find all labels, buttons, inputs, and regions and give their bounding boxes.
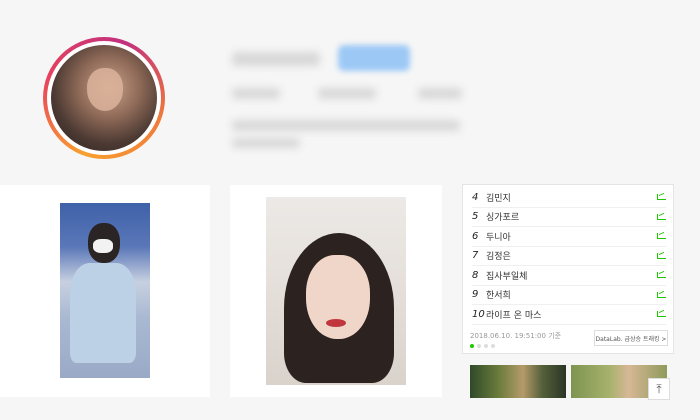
rank-keyword[interactable]: 한서희 [486,288,656,301]
rank-keyword[interactable]: 싱가포르 [486,210,656,223]
stat-following-blur [418,88,462,99]
trending-keyword-row[interactable]: 7 김정은 [472,247,666,266]
trending-keyword-row[interactable]: 6 두니아 [472,227,666,247]
rank-keyword[interactable]: 라이프 온 마스 [486,308,656,321]
trending-keyword-row[interactable]: 5 싱가포르 [472,208,666,227]
post-photo-2[interactable] [266,197,406,385]
datalab-button[interactable]: DataLab. 급상승 트래킹 > [594,330,668,346]
page-dot[interactable] [477,344,481,348]
trending-keyword-row[interactable]: 10 라이프 온 마스 [472,305,666,325]
news-thumbnail-1[interactable] [470,365,566,398]
bio-line-blur [232,120,460,131]
rank-number: 5 [472,211,479,223]
trend-chart-icon[interactable] [656,213,666,221]
post-photo-1[interactable] [60,203,150,378]
rank-number: 10 [472,308,485,320]
rank-number: 9 [472,289,479,301]
pagination-dots [470,344,495,348]
page-dot[interactable] [491,344,495,348]
trend-chart-icon[interactable] [656,232,666,240]
trending-keyword-row[interactable]: 4 김민지 [472,188,666,208]
trend-chart-icon[interactable] [656,252,666,260]
rank-keyword[interactable]: 김민지 [486,191,656,204]
rank-number: 7 [472,250,479,262]
rank-number: 4 [472,191,479,203]
stat-followers-blur [318,88,376,99]
stat-posts-blur [232,88,280,99]
avatar [51,45,157,151]
rank-keyword[interactable]: 집사부일체 [486,269,656,282]
ranking-date: 2018.06.10. 19:51:00 기준 [470,332,562,340]
follow-button[interactable] [338,45,410,71]
trend-chart-icon[interactable] [656,271,666,279]
rank-number: 6 [472,230,479,242]
arrow-to-top-icon[interactable]: ⤒ [648,378,670,400]
trend-chart-icon[interactable] [656,193,666,201]
page-dot[interactable] [484,344,488,348]
username-blur [232,52,320,66]
page-dot[interactable] [470,344,474,348]
trend-chart-icon[interactable] [656,291,666,299]
rank-number: 8 [472,269,479,281]
trend-chart-icon[interactable] [656,310,666,318]
rank-keyword[interactable]: 두니아 [486,230,656,243]
profile-avatar-ring[interactable] [43,37,165,159]
rank-keyword[interactable]: 김정은 [486,249,656,262]
trending-keyword-row[interactable]: 9 한서희 [472,286,666,305]
bio-link-blur [232,138,300,148]
trending-keyword-row[interactable]: 8 집사부일체 [472,266,666,286]
